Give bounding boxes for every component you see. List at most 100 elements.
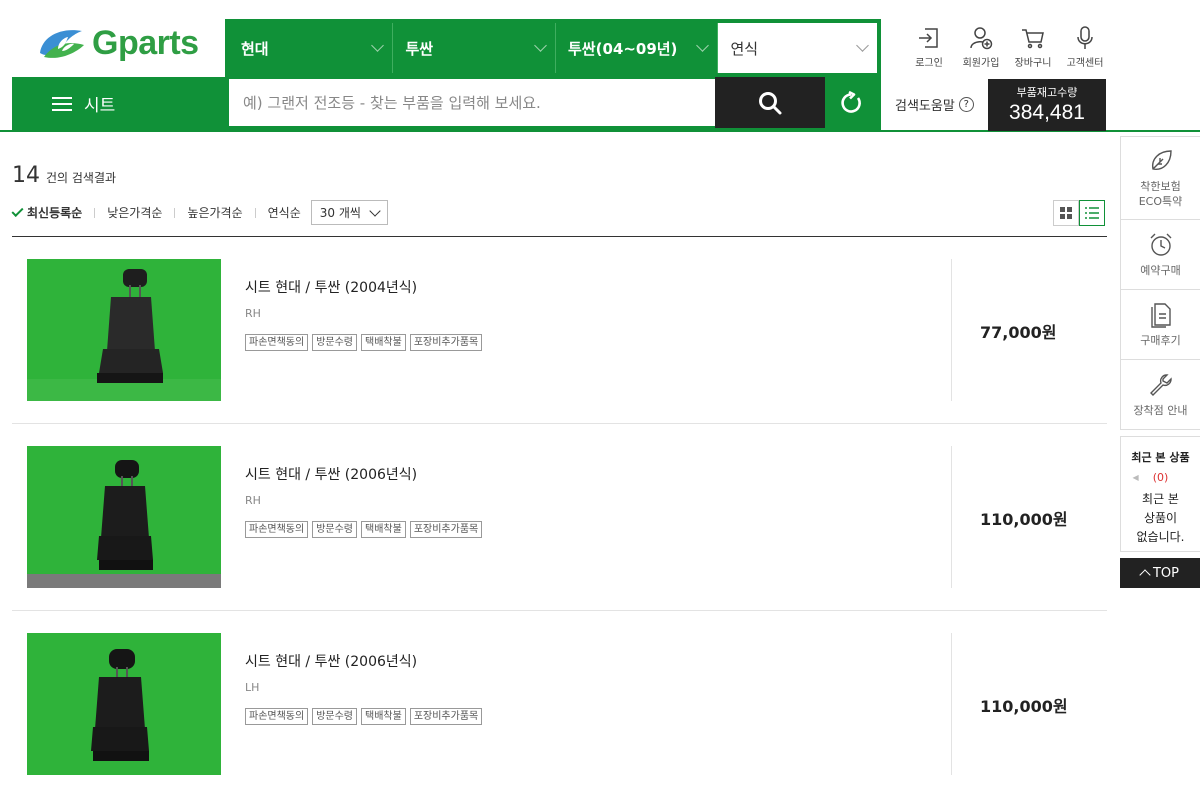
tag-damage-waiver: 파손면책동의	[245, 334, 309, 351]
result-count: 14 건의 검색결과	[12, 163, 116, 188]
search-bar	[225, 77, 881, 130]
logo[interactable]: Gparts	[36, 20, 206, 66]
product-info: 시트 현대 / 투싼 (2004년식) RH 파손면책동의 방문수령 택배착불 …	[245, 277, 483, 351]
chevron-down-icon	[534, 39, 547, 52]
stock-label: 부품재고수량	[1016, 86, 1078, 99]
maker-select[interactable]: 현대	[229, 23, 394, 73]
list-view-button[interactable]	[1079, 200, 1105, 226]
product-row[interactable]: 시트 현대 / 투싼 (2004년식) RH 파손면책동의 방문수령 택배착불 …	[12, 237, 1107, 424]
sort-year-label: 연식순	[267, 206, 301, 220]
alarm-clock-icon	[1150, 233, 1171, 256]
logo-text: Gparts	[92, 23, 199, 62]
product-tags: 파손면책동의 방문수령 택배착불 포장비추가품목	[245, 334, 483, 351]
sort-price-high[interactable]: 높은가격순	[187, 204, 242, 221]
document-icon	[1150, 303, 1171, 328]
chevron-down-icon	[696, 39, 710, 52]
tag-packing-fee: 포장비추가품목	[409, 708, 483, 725]
product-side: RH	[245, 307, 261, 320]
cart-label: 장바구니	[1014, 58, 1052, 69]
product-price: 110,000원	[980, 697, 1068, 716]
chevron-left-icon[interactable]: ◀	[1133, 473, 1139, 482]
eco-insurance-label-1: 착한보험	[1140, 180, 1181, 193]
chevron-down-icon	[856, 39, 869, 52]
product-title[interactable]: 시트 현대 / 투싼 (2004년식)	[245, 277, 482, 297]
result-count-number: 14	[12, 163, 40, 188]
maker-select-label: 현대	[241, 39, 269, 58]
product-row[interactable]: 시트 현대 / 투싼 (2006년식) LH 파손면책동의 방문수령 택배착불 …	[12, 611, 1107, 789]
product-row[interactable]: 시트 현대 / 투싼 (2006년식) RH 파손면책동의 방문수령 택배착불 …	[12, 424, 1107, 611]
reservation-link[interactable]: 예약구매	[1120, 220, 1200, 290]
product-tags: 파손면책동의 방문수령 택배착불 포장비추가품목	[245, 708, 483, 725]
model-select[interactable]: 투싼	[393, 23, 556, 73]
refresh-icon	[841, 90, 861, 113]
top-utility-links: 로그인 회원가입 장바구니 고객센터	[903, 24, 1111, 69]
search-help-label: 검색도움말	[895, 99, 955, 114]
reset-button[interactable]	[825, 77, 877, 128]
product-info: 시트 현대 / 투싼 (2006년식) LH 파손면책동의 방문수령 택배착불 …	[245, 651, 483, 725]
right-sidebar: 착한보험 ECO특약 예약구매 구매후기 장착점 안내 최근 본 상품 ◀ (0…	[1120, 136, 1200, 588]
product-price: 77,000원	[980, 323, 1057, 342]
chevron-down-icon	[369, 204, 381, 217]
user-add-icon	[970, 27, 993, 50]
product-info: 시트 현대 / 투싼 (2006년식) RH 파손면책동의 방문수령 택배착불 …	[245, 464, 483, 538]
sort-newest-label: 최신등록순	[27, 206, 83, 220]
sort-year[interactable]: 연식순	[268, 204, 301, 221]
eco-insurance-link[interactable]: 착한보험 ECO특약	[1120, 136, 1200, 220]
stock-counter: 부품재고수량 384,481	[988, 79, 1106, 131]
search-help-link[interactable]: 검색도움말 ?	[895, 95, 974, 114]
generation-select-label: 투싼(04~09년)	[567, 39, 678, 58]
login-label: 로그인	[915, 58, 943, 69]
question-icon: ?	[958, 97, 974, 112]
eco-insurance-label-2: ECO특약	[1138, 195, 1183, 208]
login-link[interactable]: 로그인	[903, 24, 955, 69]
mic-icon	[1077, 26, 1093, 49]
recent-empty-line: 상품이	[1143, 511, 1178, 525]
product-side: LH	[245, 681, 260, 694]
recent-products-title: 최근 본 상품	[1131, 451, 1190, 464]
search-button[interactable]	[715, 77, 825, 128]
recent-products-empty: 최근 본 상품이 없습니다.	[1121, 490, 1200, 547]
per-page-select[interactable]: 30 개씩	[310, 200, 388, 225]
logo-leaf-icon	[40, 30, 84, 58]
year-select[interactable]: 연식	[718, 23, 877, 73]
cart-icon	[1022, 29, 1044, 49]
category-menu-button[interactable]: 시트	[12, 77, 225, 130]
list-icon	[1085, 207, 1099, 219]
customer-center-link[interactable]: 고객센터	[1059, 24, 1111, 69]
recent-empty-line: 최근 본	[1142, 492, 1179, 506]
product-title[interactable]: 시트 현대 / 투싼 (2006년식)	[245, 651, 482, 671]
product-title[interactable]: 시트 현대 / 투싼 (2006년식)	[245, 464, 482, 484]
recent-products: 최근 본 상품 ◀ (0) ▶ 최근 본 상품이 없습니다.	[1120, 436, 1200, 552]
per-page-value: 30 개씩	[319, 206, 361, 220]
tag-damage-waiver: 파손면책동의	[245, 521, 309, 538]
tag-damage-waiver: 파손면책동의	[245, 708, 309, 725]
divider	[174, 207, 176, 218]
sort-price-low-label: 낮은가격순	[107, 206, 163, 220]
signup-link[interactable]: 회원가입	[955, 24, 1007, 69]
cart-link[interactable]: 장바구니	[1007, 24, 1059, 69]
customer-center-label: 고객센터	[1066, 58, 1104, 69]
install-shop-link[interactable]: 장착점 안내	[1120, 360, 1200, 430]
scroll-top-button[interactable]: TOP	[1120, 558, 1200, 588]
product-side: RH	[245, 494, 261, 507]
sort-price-low[interactable]: 낮은가격순	[107, 204, 162, 221]
year-select-label: 연식	[730, 39, 759, 58]
tag-pickup: 방문수령	[312, 334, 358, 351]
view-toggle	[1053, 200, 1105, 226]
page: Gparts 현대 투싼 투싼(04~09년) 연식 로그인 회원가입 장바구니…	[0, 0, 1200, 789]
tag-cod-delivery: 택배착불	[361, 334, 406, 351]
hamburger-icon	[52, 96, 72, 111]
product-image[interactable]	[27, 259, 221, 401]
sort-newest[interactable]: 최신등록순	[11, 204, 83, 221]
reviews-link[interactable]: 구매후기	[1120, 290, 1200, 360]
product-image[interactable]	[27, 446, 221, 588]
tag-cod-delivery: 택배착불	[361, 708, 406, 725]
tag-pickup: 방문수령	[312, 708, 358, 725]
grid-view-button[interactable]	[1053, 200, 1079, 226]
recent-empty-line: 없습니다.	[1136, 530, 1185, 544]
search-input[interactable]	[229, 79, 715, 126]
sort-price-high-label: 높은가격순	[187, 206, 243, 220]
generation-select[interactable]: 투싼(04~09년)	[556, 23, 719, 73]
model-select-label: 투싼	[405, 39, 434, 58]
product-image[interactable]	[27, 633, 221, 775]
